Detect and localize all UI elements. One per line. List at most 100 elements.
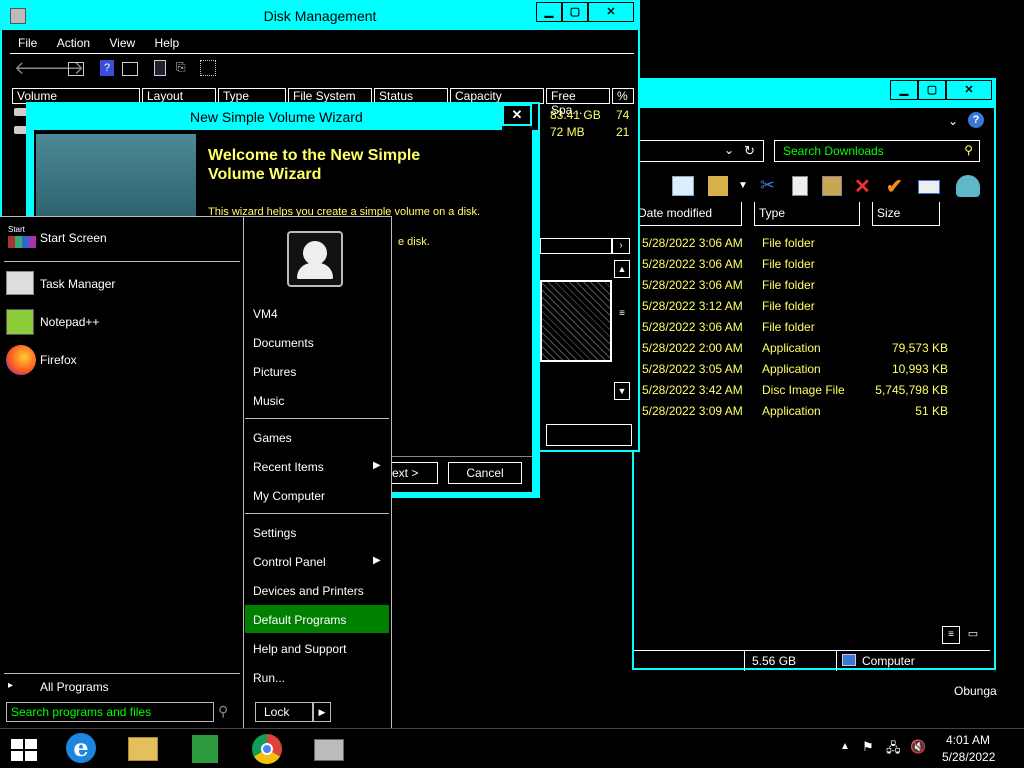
next-button[interactable]: ext > — [390, 462, 438, 484]
paste-icon[interactable] — [822, 176, 842, 196]
minimize-button[interactable]: ▁ — [890, 80, 918, 100]
col-free-space[interactable]: Free Spa... — [546, 88, 610, 117]
help-support-item[interactable]: Help and Support — [253, 642, 346, 656]
control-panel-item[interactable]: Control Panel — [253, 555, 326, 569]
properties-check-icon[interactable]: ✔ — [886, 174, 903, 199]
address-dropdown-icon[interactable]: ⌄ — [724, 143, 734, 157]
pinned-task-manager[interactable]: Task Manager — [4, 269, 240, 301]
list-item[interactable]: 5/28/2022 3:05 AM Application 10,993 KB — [634, 360, 964, 380]
games-item[interactable]: Games — [253, 431, 292, 445]
power-options-arrow[interactable]: ▶ — [313, 702, 331, 722]
delete-icon[interactable]: ✕ — [854, 174, 871, 199]
disk-management-taskbar-icon[interactable] — [308, 731, 350, 767]
file-date: 5/28/2022 3:09 AM — [642, 404, 743, 418]
settings-item[interactable]: Settings — [253, 526, 296, 540]
minimize-button[interactable]: ▁ — [536, 2, 562, 22]
pinned-notepad-plus-plus[interactable]: Notepad++ — [4, 307, 240, 339]
volume-muted-icon[interactable]: 🔇 — [910, 739, 926, 755]
my-computer-item[interactable]: My Computer — [253, 489, 325, 503]
close-button[interactable]: ✕ — [588, 2, 634, 22]
action-center-flag-icon[interactable]: ⚑ — [862, 739, 874, 755]
scroll-right-button[interactable]: › — [612, 238, 630, 254]
rename-icon[interactable] — [918, 180, 940, 194]
scroll-up-button[interactable]: ▲ — [614, 260, 630, 278]
devices-printers-item[interactable]: Devices and Printers — [253, 584, 364, 598]
menu-file[interactable]: File — [10, 32, 45, 54]
file-size: 5,745,798 KB — [875, 383, 948, 397]
col-type[interactable]: Type — [754, 202, 860, 226]
internet-explorer-icon[interactable]: e — [60, 731, 102, 767]
rescan-icon[interactable]: ⎘ — [176, 60, 192, 76]
menu-action[interactable]: Action — [49, 32, 98, 54]
col-percent-free[interactable]: % F — [612, 88, 634, 104]
list-item[interactable]: 5/28/2022 3:12 AM File folder — [634, 297, 964, 317]
file-type: File folder — [762, 257, 815, 271]
start-search-input[interactable]: Search programs and files — [6, 702, 214, 722]
default-programs-item[interactable]: Default Programs — [253, 613, 346, 627]
windows-logo-icon — [11, 739, 37, 761]
settings-grid-icon[interactable] — [200, 60, 216, 76]
lock-button[interactable]: Lock — [255, 702, 313, 722]
recent-items-item[interactable]: Recent Items — [253, 460, 324, 474]
col-size[interactable]: Size — [872, 202, 940, 226]
help-book-icon[interactable]: ? — [100, 60, 114, 76]
chrome-icon[interactable] — [246, 731, 288, 767]
folder-options-icon[interactable] — [708, 176, 728, 196]
col-date-modified[interactable]: Date modified — [634, 202, 742, 226]
avatar[interactable] — [287, 231, 343, 287]
close-button[interactable]: ✕ — [946, 80, 992, 100]
horizontal-scrollbar[interactable] — [540, 238, 612, 254]
list-item[interactable]: 5/28/2022 3:06 AM File folder — [634, 276, 964, 296]
clock-date[interactable]: 5/28/2022 — [942, 750, 995, 764]
file-explorer-icon[interactable] — [122, 731, 164, 767]
pictures-item[interactable]: Pictures — [253, 365, 296, 379]
search-input[interactable]: Search Downloads ⚲ — [774, 140, 980, 162]
cancel-button[interactable]: Cancel — [448, 462, 522, 484]
scroll-thumb[interactable]: ≡ — [614, 302, 630, 326]
maximize-button[interactable]: ▢ — [562, 2, 588, 22]
maximize-button[interactable]: ▢ — [918, 80, 946, 100]
refresh-disks-icon[interactable] — [154, 60, 166, 76]
list-item[interactable]: 5/28/2022 3:06 AM File folder — [634, 234, 964, 254]
start-button[interactable] — [0, 729, 48, 768]
music-item[interactable]: Music — [253, 394, 284, 408]
layout-pane-icon[interactable] — [672, 176, 694, 196]
wizard-heading: Welcome to the New Simple Volume Wizard — [208, 147, 421, 183]
list-item[interactable]: 5/28/2022 3:06 AM File folder — [634, 318, 964, 338]
menu-help[interactable]: Help — [147, 32, 188, 54]
help-icon[interactable]: ? — [968, 112, 984, 128]
disk-partition-block[interactable] — [540, 280, 612, 362]
all-programs-item[interactable]: ▸ All Programs — [4, 677, 240, 699]
store-icon[interactable] — [184, 731, 226, 767]
list-item[interactable]: 5/28/2022 3:06 AM File folder — [634, 255, 964, 275]
pinned-label: Firefox — [40, 353, 77, 367]
start-screen-tiny-label: Start — [8, 225, 25, 234]
console-tree-icon[interactable] — [68, 62, 84, 76]
list-item[interactable]: 5/28/2022 2:00 AM Application 79,573 KB — [634, 339, 964, 359]
wizard-banner-image — [36, 134, 196, 224]
show-hidden-icons-icon[interactable]: ▲ — [840, 741, 850, 752]
copy-icon[interactable] — [792, 176, 808, 196]
pinned-firefox[interactable]: Firefox — [4, 345, 240, 377]
search-icon[interactable]: ⚲ — [218, 703, 228, 720]
scroll-down-button[interactable]: ▼ — [614, 382, 630, 400]
refresh-icon[interactable]: ↻ — [744, 143, 755, 159]
action-pane-icon[interactable] — [122, 62, 138, 76]
start-screen-item[interactable]: Start Start Screen — [4, 225, 240, 255]
chevron-down-icon[interactable]: ⌄ — [948, 114, 958, 128]
user-name-item[interactable]: VM4 — [253, 307, 278, 321]
dropdown-arrow-icon[interactable]: ▼ — [738, 180, 748, 191]
list-item[interactable]: 5/28/2022 3:42 AM Disc Image File 5,745,… — [634, 381, 964, 401]
list-item[interactable]: 5/28/2022 3:09 AM Application 51 KB — [634, 402, 964, 422]
shell-icon[interactable] — [956, 175, 980, 197]
cut-icon[interactable]: ✂ — [760, 175, 775, 196]
wizard-titlebar[interactable]: New Simple Volume Wizard — [28, 104, 502, 130]
clock-time[interactable]: 4:01 AM — [946, 733, 990, 747]
menu-view[interactable]: View — [101, 32, 143, 54]
network-icon[interactable]: 🖧 — [886, 739, 901, 761]
documents-item[interactable]: Documents — [253, 336, 314, 350]
large-icons-view-icon[interactable]: ▭ — [964, 626, 982, 644]
details-view-icon[interactable]: ≡ — [942, 626, 960, 644]
close-button[interactable]: ✕ — [502, 104, 532, 126]
run-item[interactable]: Run... — [253, 671, 285, 685]
